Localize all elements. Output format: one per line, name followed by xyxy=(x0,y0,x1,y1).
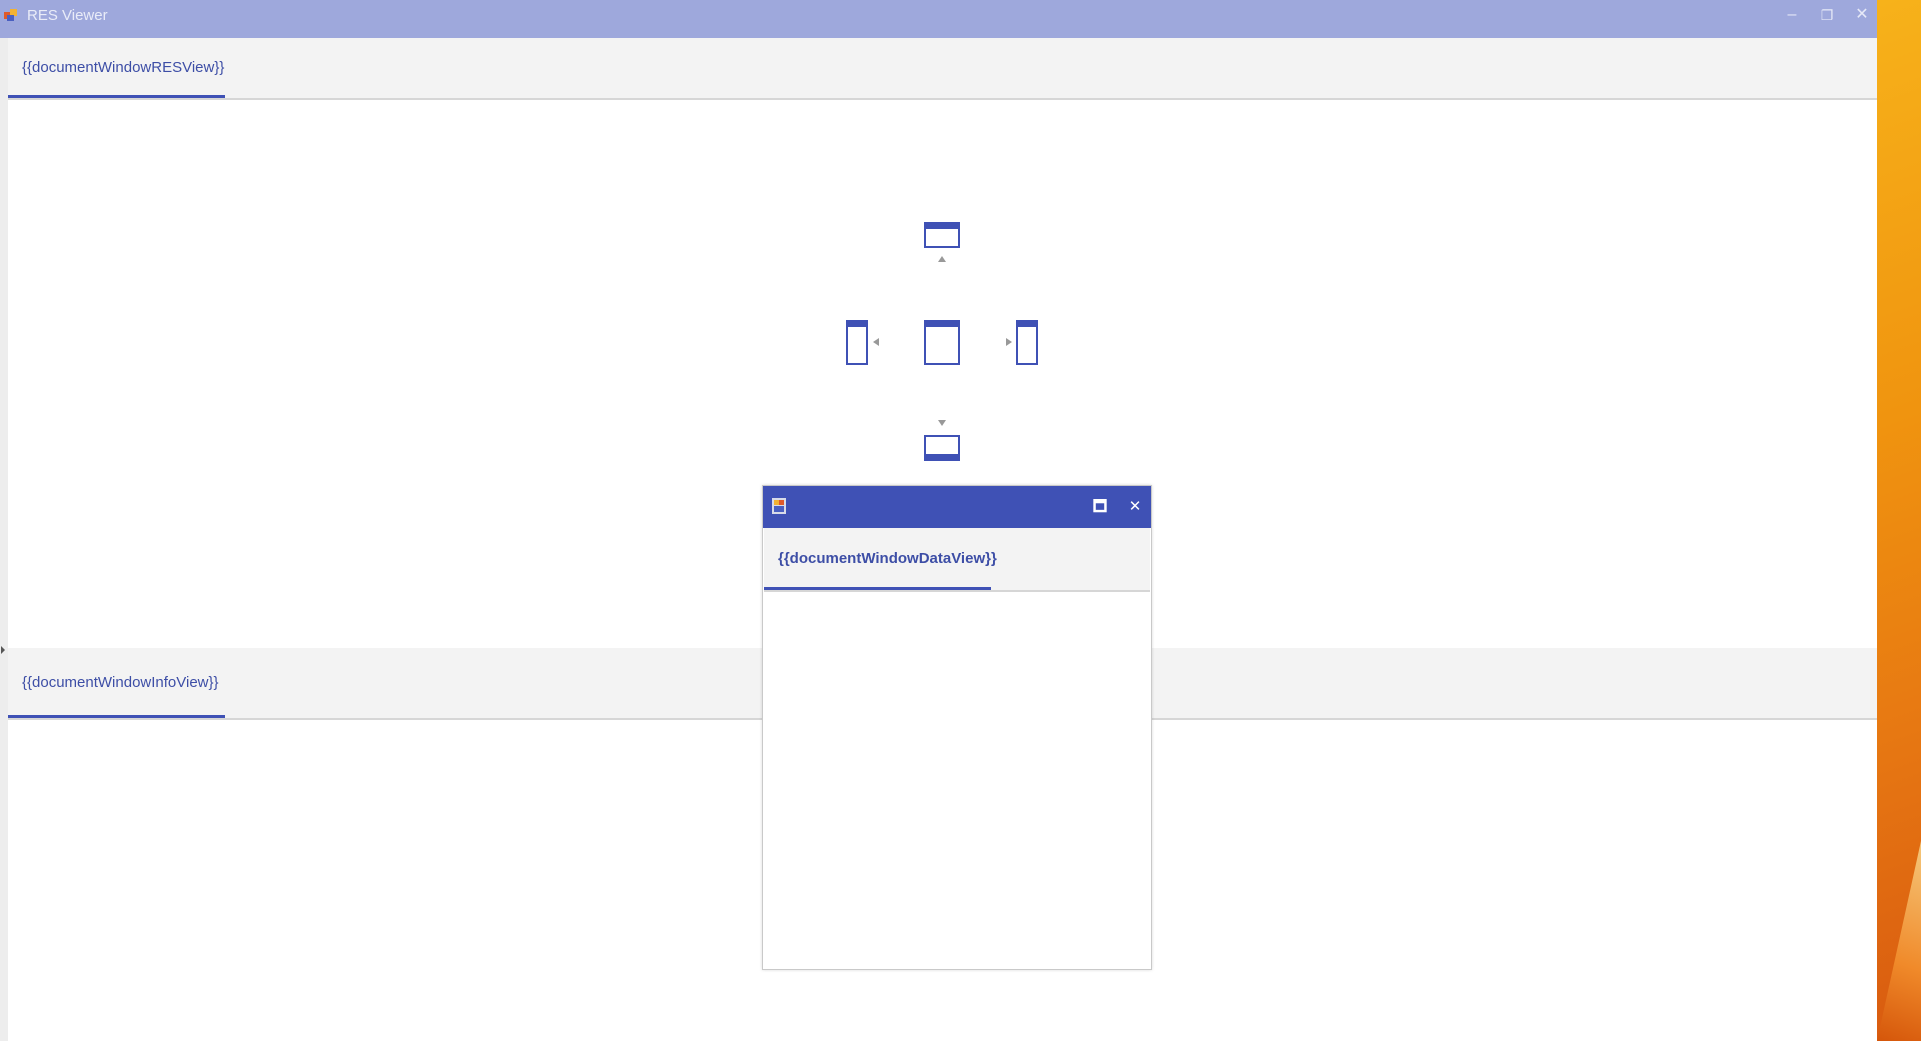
dock-center-icon xyxy=(924,320,960,365)
restore-button[interactable]: ❐ xyxy=(1813,4,1841,26)
left-dock-strip[interactable] xyxy=(0,38,8,1041)
tab-label: {{documentWindowDataView}} xyxy=(778,550,997,567)
dock-bottom-arrow-icon xyxy=(938,420,946,426)
dock-bottom-icon xyxy=(924,435,960,461)
app-icon xyxy=(772,498,786,514)
tab-res-view[interactable]: {{documentWindowRESView}} xyxy=(8,38,225,98)
window-title: RES Viewer xyxy=(27,7,108,24)
active-tab-indicator xyxy=(764,587,991,590)
minimize-button[interactable]: – xyxy=(1778,4,1806,26)
main-window: RES Viewer – ❐ ✕ {{documentWindowRESView… xyxy=(0,0,1877,1041)
title-bar[interactable]: RES Viewer – ❐ ✕ xyxy=(0,0,1877,38)
expand-arrow-icon[interactable] xyxy=(1,646,5,654)
close-button[interactable]: ✕ xyxy=(1848,4,1876,26)
desktop-background xyxy=(1877,0,1921,1041)
dock-left-icon xyxy=(846,320,868,365)
maximize-button[interactable]: 🗖 xyxy=(1089,496,1111,518)
dock-bottom-target[interactable] xyxy=(924,435,960,461)
tab-label: {{documentWindowRESView}} xyxy=(22,59,225,76)
tab-label: {{documentWindowInfoView}} xyxy=(22,674,219,691)
active-tab-indicator xyxy=(8,95,225,98)
dock-left-arrow-icon xyxy=(873,338,879,346)
top-tab-strip: {{documentWindowRESView}} xyxy=(8,38,1877,100)
floating-data-window[interactable]: 🗖 ✕ {{documentWindowDataView}} xyxy=(762,485,1152,970)
dock-right-target[interactable] xyxy=(1016,320,1038,365)
floating-title-bar[interactable]: 🗖 ✕ xyxy=(763,486,1151,528)
dock-right-arrow-icon xyxy=(1006,338,1012,346)
dock-left-target[interactable] xyxy=(846,320,868,365)
dock-top-target[interactable] xyxy=(924,222,960,248)
dock-top-icon xyxy=(924,222,960,248)
app-icon xyxy=(4,9,17,21)
active-tab-indicator xyxy=(8,715,225,718)
dock-top-arrow-icon xyxy=(938,256,946,262)
tab-data-view[interactable]: {{documentWindowDataView}} xyxy=(764,528,997,590)
floating-tab-strip: {{documentWindowDataView}} xyxy=(764,528,1150,592)
dock-center-target[interactable] xyxy=(924,320,960,365)
dock-right-icon xyxy=(1016,320,1038,365)
close-button[interactable]: ✕ xyxy=(1124,496,1146,518)
tab-info-view[interactable]: {{documentWindowInfoView}} xyxy=(8,648,225,718)
